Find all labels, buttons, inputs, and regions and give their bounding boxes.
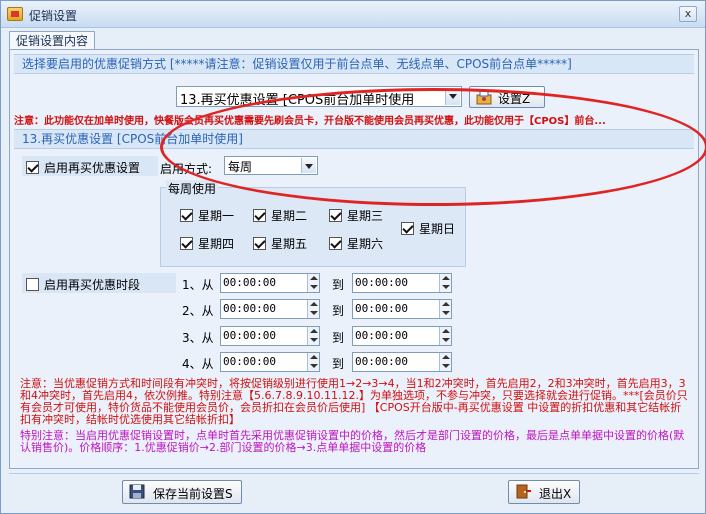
- tab-promotion-settings[interactable]: 促销设置内容: [9, 31, 96, 50]
- settings-icon: [476, 90, 492, 105]
- period-3-to-value: 00:00:00: [355, 329, 408, 342]
- period-4-from-value: 00:00:00: [223, 355, 276, 368]
- chevron-down-icon[interactable]: [301, 158, 316, 173]
- spin-up-icon[interactable]: [439, 353, 451, 362]
- day-label-friday: 星期五: [271, 237, 308, 251]
- spin-up-icon[interactable]: [439, 300, 451, 309]
- mode-warning-text: 注意：此功能仅在加单时使用，快餐版会员再买优惠需要先刷会员卡，开台版不能使用会员…: [14, 116, 606, 127]
- spin-up-icon[interactable]: [307, 353, 319, 362]
- chevron-down-icon[interactable]: [445, 88, 460, 105]
- checkbox-checked-icon[interactable]: [26, 161, 39, 174]
- spin-up-icon[interactable]: [439, 274, 451, 283]
- exit-button-label: 退出X: [539, 487, 572, 501]
- spin-down-icon[interactable]: [307, 309, 319, 318]
- enable-mode-value: 每周: [228, 160, 253, 174]
- day-checkbox-wednesday[interactable]: 星期三: [329, 207, 383, 224]
- settings-button[interactable]: 设置Z: [469, 86, 545, 108]
- spin-up-icon[interactable]: [307, 274, 319, 283]
- spin-down-icon[interactable]: [439, 362, 451, 371]
- enable-rebuy-label: 启用再买优惠设置: [44, 161, 141, 175]
- period-1-from-time[interactable]: 00:00:00: [220, 273, 320, 293]
- period-1-to-time[interactable]: 00:00:00: [352, 273, 452, 293]
- spin-down-icon[interactable]: [439, 283, 451, 292]
- period-3-from-label: 3、从: [182, 331, 214, 345]
- checkbox-checked-icon[interactable]: [329, 237, 342, 250]
- promotion-mode-value: 13.再买优惠设置 [CPOS前台加单时使用: [180, 93, 415, 108]
- title-bar[interactable]: 促销设置 x: [1, 1, 705, 28]
- price-order-note: 特别注意：当启用优惠促销设置时，点单时首先采用优惠促销设置中的价格，然后才是部门…: [20, 429, 685, 454]
- day-checkbox-saturday[interactable]: 星期六: [329, 235, 383, 252]
- checkbox-checked-icon[interactable]: [180, 209, 193, 222]
- period-1-from-label: 1、从: [182, 278, 214, 292]
- period-4-from-time[interactable]: 00:00:00: [220, 352, 320, 372]
- day-label-wednesday: 星期三: [347, 209, 384, 223]
- period-2-to-time[interactable]: 00:00:00: [352, 299, 452, 319]
- day-checkbox-monday[interactable]: 星期一: [180, 207, 234, 224]
- day-checkbox-thursday[interactable]: 星期四: [180, 235, 234, 252]
- day-checkbox-tuesday[interactable]: 星期二: [253, 207, 307, 224]
- period-3-from-value: 00:00:00: [223, 329, 276, 342]
- period-2-to-value: 00:00:00: [355, 302, 408, 315]
- period-1-to-value: 00:00:00: [355, 276, 408, 289]
- day-label-monday: 星期一: [198, 209, 235, 223]
- spin-up-icon[interactable]: [439, 327, 451, 336]
- day-label-sunday: 星期日: [419, 222, 456, 236]
- period-2-to-label: 到: [332, 304, 345, 318]
- conflict-note: 注意：当优惠促销方式和时间段有冲突时，将按促销级别进行使用1→2→3→4，当1和…: [20, 377, 688, 426]
- tab-panel: 选择要启用的优惠促销方式 [*****请注意：促销设置仅用于前台点单、无线点单、…: [9, 49, 706, 469]
- period-1-from-value: 00:00:00: [223, 276, 276, 289]
- period-3-from-time[interactable]: 00:00:00: [220, 326, 320, 346]
- save-icon: [129, 484, 145, 499]
- period-2-from-label: 2、从: [182, 304, 214, 318]
- weekly-days-title: 每周使用: [166, 180, 219, 197]
- checkbox-checked-icon[interactable]: [401, 222, 414, 235]
- period-2-from-value: 00:00:00: [223, 302, 276, 315]
- enable-period-label: 启用再买优惠时段: [44, 278, 141, 292]
- period-1-to-label: 到: [332, 278, 345, 292]
- spin-down-icon[interactable]: [439, 336, 451, 345]
- app-icon: [7, 7, 23, 21]
- day-checkbox-sunday[interactable]: 星期日: [401, 220, 455, 237]
- period-4-to-value: 00:00:00: [355, 355, 408, 368]
- checkbox-unchecked-icon[interactable]: [26, 278, 39, 291]
- period-3-to-label: 到: [332, 331, 345, 345]
- promotion-mode-select[interactable]: 13.再买优惠设置 [CPOS前台加单时使用: [176, 86, 462, 108]
- checkbox-checked-icon[interactable]: [253, 209, 266, 222]
- spin-down-icon[interactable]: [307, 283, 319, 292]
- enable-mode-select[interactable]: 每周: [224, 156, 318, 175]
- day-label-thursday: 星期四: [198, 237, 235, 251]
- promotion-settings-window: 促销设置 x 促销设置内容 选择要启用的优惠促销方式 [*****请注意：促销设…: [0, 0, 706, 514]
- section-header-select-mode: 选择要启用的优惠促销方式 [*****请注意：促销设置仅用于前台点单、无线点单、…: [14, 54, 694, 74]
- period-4-from-label: 4、从: [182, 357, 214, 371]
- day-label-saturday: 星期六: [347, 237, 384, 251]
- checkbox-checked-icon[interactable]: [180, 237, 193, 250]
- enable-period-checkbox[interactable]: 启用再买优惠时段: [26, 276, 140, 293]
- period-2-from-time[interactable]: 00:00:00: [220, 299, 320, 319]
- day-label-tuesday: 星期二: [271, 209, 308, 223]
- spin-down-icon[interactable]: [439, 309, 451, 318]
- enable-rebuy-checkbox[interactable]: 启用再买优惠设置: [26, 159, 140, 176]
- section-header-rebuy: 13.再买优惠设置 [CPOS前台加单时使用]: [14, 129, 694, 149]
- period-4-to-time[interactable]: 00:00:00: [352, 352, 452, 372]
- spin-down-icon[interactable]: [307, 336, 319, 345]
- exit-button[interactable]: 退出X: [508, 480, 580, 504]
- save-button[interactable]: 保存当前设置S: [122, 480, 242, 504]
- enable-mode-label: 启用方式:: [160, 162, 213, 176]
- spin-up-icon[interactable]: [307, 327, 319, 336]
- checkbox-checked-icon[interactable]: [253, 237, 266, 250]
- spin-down-icon[interactable]: [307, 362, 319, 371]
- spin-up-icon[interactable]: [307, 300, 319, 309]
- checkbox-checked-icon[interactable]: [329, 209, 342, 222]
- footer-divider: [9, 473, 699, 474]
- settings-button-label: 设置Z: [498, 92, 531, 106]
- save-button-label: 保存当前设置S: [153, 487, 233, 501]
- window-title: 促销设置: [29, 9, 78, 23]
- exit-door-icon: [516, 484, 531, 499]
- period-4-to-label: 到: [332, 357, 345, 371]
- day-checkbox-friday[interactable]: 星期五: [253, 235, 307, 252]
- period-3-to-time[interactable]: 00:00:00: [352, 326, 452, 346]
- close-button[interactable]: x: [679, 6, 697, 22]
